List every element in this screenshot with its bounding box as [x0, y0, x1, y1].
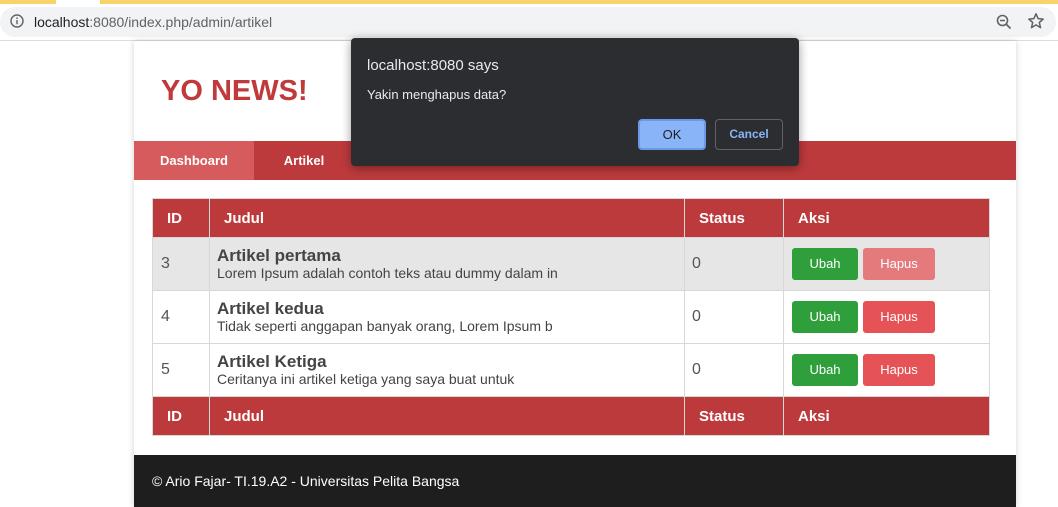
article-excerpt: Ceritanya ini artikel ketiga yang saya b…: [217, 371, 515, 387]
article-title: Artikel kedua: [217, 299, 324, 318]
page-footer: © Ario Fajar- TI.19.A2 - Universitas Pel…: [134, 455, 1016, 507]
edit-button[interactable]: Ubah: [792, 248, 858, 280]
tab-strip: [0, 0, 1058, 4]
cell-id: 5: [152, 343, 210, 397]
table-header-row: ID Judul Status Aksi: [152, 198, 990, 238]
dialog-title: localhost:8080 says: [367, 57, 499, 74]
article-excerpt: Lorem Ipsum adalah contoh teks atau dumm…: [217, 265, 558, 281]
article-title: Artikel pertama: [217, 246, 341, 265]
table-row: 4 Artikel kedua Tidak seperti anggapan b…: [152, 290, 990, 344]
article-excerpt: Tidak seperti anggapan banyak orang, Lor…: [217, 318, 553, 334]
url-text[interactable]: localhost:8080/index.php/admin/artikel: [34, 14, 272, 30]
cell-judul: Artikel pertama Lorem Ipsum adalah conto…: [209, 237, 685, 291]
articles-table: ID Judul Status Aksi 3 Artikel pertama L…: [152, 198, 990, 436]
site-brand: YO NEWS!: [161, 75, 308, 107]
cell-id: 4: [152, 290, 210, 344]
edit-button[interactable]: Ubah: [792, 301, 858, 333]
delete-button[interactable]: Hapus: [863, 301, 935, 333]
url-host: localhost: [34, 14, 90, 30]
cell-judul: Artikel Ketiga Ceritanya ini artikel ket…: [209, 343, 685, 397]
star-icon[interactable]: [1027, 12, 1045, 30]
cell-status: 0: [684, 237, 784, 291]
delete-button[interactable]: Hapus: [863, 248, 935, 280]
tab-edge: [0, 0, 56, 4]
address-bar[interactable]: localhost:8080/index.php/admin/artikel: [0, 7, 1056, 37]
nav-item-dashboard[interactable]: Dashboard: [134, 141, 254, 180]
header-aksi: Aksi: [783, 198, 990, 238]
edit-button[interactable]: Ubah: [792, 354, 858, 386]
url-path: :8080/index.php/admin/artikel: [89, 14, 273, 30]
cell-id: 3: [152, 237, 210, 291]
cell-status: 0: [684, 290, 784, 344]
footer-judul: Judul: [209, 396, 685, 436]
cell-judul: Artikel kedua Tidak seperti anggapan ban…: [209, 290, 685, 344]
header-status: Status: [684, 198, 784, 238]
cell-status: 0: [684, 343, 784, 397]
table-row: 5 Artikel Ketiga Ceritanya ini artikel k…: [152, 343, 990, 397]
article-title: Artikel Ketiga: [217, 352, 327, 371]
confirm-dialog: localhost:8080 says Yakin menghapus data…: [351, 38, 799, 166]
dialog-ok-button[interactable]: OK: [638, 119, 706, 150]
dialog-cancel-button[interactable]: Cancel: [715, 119, 783, 150]
header-judul: Judul: [209, 198, 685, 238]
cell-aksi: Ubah Hapus: [783, 237, 990, 291]
zoom-out-icon[interactable]: [996, 14, 1012, 30]
info-icon[interactable]: [10, 14, 24, 28]
table-footer-row: ID Judul Status Aksi: [152, 396, 990, 436]
footer-status: Status: [684, 396, 784, 436]
tab-edge: [100, 0, 1058, 4]
nav-item-artikel[interactable]: Artikel: [254, 141, 354, 180]
table-row: 3 Artikel pertama Lorem Ipsum adalah con…: [152, 237, 990, 291]
footer-aksi: Aksi: [783, 396, 990, 436]
footer-id: ID: [152, 396, 210, 436]
dialog-message: Yakin menghapus data?: [367, 87, 507, 102]
delete-button[interactable]: Hapus: [863, 354, 935, 386]
header-id: ID: [152, 198, 210, 238]
cell-aksi: Ubah Hapus: [783, 290, 990, 344]
cell-aksi: Ubah Hapus: [783, 343, 990, 397]
